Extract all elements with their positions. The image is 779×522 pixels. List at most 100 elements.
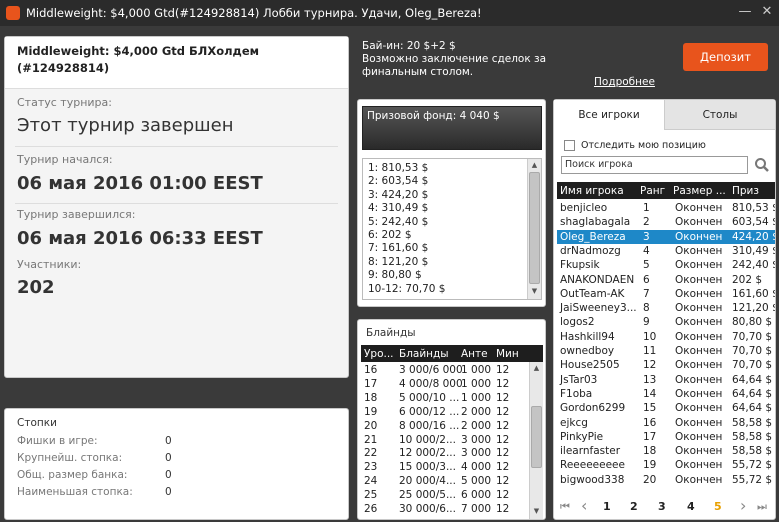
blinds-cell: 17 <box>364 377 378 390</box>
player-cell: 121,20 $ <box>732 302 775 315</box>
close-button[interactable]: ✕ <box>758 3 776 21</box>
blinds-scroll-thumb[interactable] <box>531 406 542 468</box>
page-1-button[interactable]: 1 <box>603 500 611 513</box>
player-cell: Oleg_Bereza <box>560 230 626 243</box>
col-stack[interactable]: Размер ... <box>673 185 728 197</box>
player-row[interactable]: drNadmozg 4 Окончен 310,49 $ <box>557 244 775 258</box>
player-cell: 64,64 $ <box>732 387 773 400</box>
col-level[interactable]: Уро... <box>364 348 398 360</box>
player-cell: Окончен <box>675 430 723 443</box>
blinds-cell: 5 000/10 ... <box>399 391 460 404</box>
player-cell: ilearnfaster <box>560 445 621 458</box>
scroll-down-icon[interactable]: ▼ <box>528 287 541 295</box>
player-row[interactable]: benjicleo 1 Окончен 810,53 $ <box>557 201 775 215</box>
track-position-checkbox[interactable] <box>564 140 575 151</box>
scroll-down-icon[interactable]: ▼ <box>530 507 543 515</box>
player-row[interactable]: ejkcg 16 Окончен 58,58 $ <box>557 416 775 430</box>
blinds-cell: 12 <box>496 489 510 502</box>
search-icon[interactable] <box>754 157 770 173</box>
col-ante[interactable]: Анте <box>461 348 494 360</box>
player-cell: logos2 <box>560 316 595 329</box>
col-blinds[interactable]: Блайнды <box>399 348 459 360</box>
prize-scroll-thumb[interactable] <box>529 172 540 284</box>
stack-chips-value: 0 <box>165 435 172 447</box>
page-3-button[interactable]: 3 <box>658 500 666 513</box>
blinds-cell: 16 <box>364 364 378 376</box>
next-page-button[interactable]: › <box>740 496 746 515</box>
player-cell: 8 <box>643 302 650 315</box>
player-row[interactable]: OutTeam-AK 7 Окончен 161,60 $ <box>557 287 775 301</box>
prize-pool-panel: Призовой фонд: 4 040 $ 1: 810,53 $2: 603… <box>357 99 546 307</box>
player-cell: 2 <box>643 216 650 229</box>
player-cell: 3 <box>643 230 650 243</box>
blinds-scrollbar[interactable]: ▲ ▼ <box>529 362 543 519</box>
blinds-row: 17 4 000/8 000 1 000 12 <box>361 378 527 391</box>
player-cell: Окончен <box>675 244 723 257</box>
tab-tables[interactable]: Столы <box>665 100 775 130</box>
blinds-row: 21 10 000/2... 3 000 12 <box>361 434 527 447</box>
blinds-cell: 1 000 <box>461 364 492 376</box>
player-cell: Окончен <box>675 302 723 315</box>
blinds-cell: 12 <box>496 419 510 432</box>
first-page-button[interactable]: ⏮ <box>560 500 570 514</box>
player-search-input[interactable]: Поиск игрока <box>561 156 748 174</box>
player-row[interactable]: JaiSweeney3... 8 Окончен 121,20 $ <box>557 301 775 315</box>
player-row[interactable]: Reeeeeeeee 19 Окончен 55,72 $ <box>557 458 775 472</box>
col-prize[interactable]: Приз <box>732 185 775 197</box>
col-player-name[interactable]: Имя игрока <box>560 185 636 197</box>
blinds-cell: 1 000 <box>461 391 492 404</box>
page-5-button[interactable]: 5 <box>714 500 722 513</box>
player-cell: House2505 <box>560 359 620 372</box>
player-row[interactable]: Oleg_Bereza 3 Окончен 424,20 $ <box>557 229 775 244</box>
stack-pot-value: 0 <box>165 469 172 481</box>
scroll-up-icon[interactable]: ▲ <box>528 161 541 169</box>
blinds-cell: 12 <box>496 391 510 404</box>
col-rank[interactable]: Ранг <box>640 185 670 197</box>
player-cell: Окончен <box>675 316 723 329</box>
last-page-button[interactable]: ⏭ <box>757 500 767 514</box>
player-row[interactable]: House2505 12 Окончен 70,70 $ <box>557 358 775 372</box>
player-row[interactable]: ANAKONDAEN 6 Окончен 202 $ <box>557 273 775 287</box>
prev-page-button[interactable]: ‹ <box>581 496 587 515</box>
blinds-row: 18 5 000/10 ... 1 000 12 <box>361 392 527 405</box>
scroll-up-icon[interactable]: ▲ <box>530 364 543 372</box>
blinds-cell: 23 <box>364 461 378 474</box>
blinds-row: 25 25 000/5... 6 000 12 <box>361 489 527 502</box>
player-row[interactable]: Gordon6299 15 Окончен 64,64 $ <box>557 401 775 415</box>
blinds-cell: 12 <box>496 433 510 446</box>
player-row[interactable]: ownedboy 11 Окончен 70,70 $ <box>557 344 775 358</box>
player-row[interactable]: Hashkill94 10 Окончен 70,70 $ <box>557 330 775 344</box>
blinds-cell: 25 <box>364 489 378 502</box>
blinds-cell: 18 <box>364 391 378 404</box>
player-cell: Fkupsik <box>560 259 600 272</box>
tab-all-players[interactable]: Все игроки <box>554 100 665 130</box>
blinds-cell: 10 000/2... <box>399 433 456 446</box>
player-row[interactable]: logos2 9 Окончен 80,80 $ <box>557 315 775 329</box>
player-row[interactable]: Fkupsik 5 Окончен 242,40 $ <box>557 258 775 272</box>
player-row[interactable]: JsTar03 13 Окончен 64,64 $ <box>557 373 775 387</box>
status-label: Статус турнира: <box>17 96 112 109</box>
minimize-button[interactable]: — <box>736 3 754 21</box>
player-cell: 310,49 $ <box>732 244 775 257</box>
player-cell: 20 <box>643 473 657 486</box>
player-cell: 202 $ <box>732 273 763 286</box>
blinds-cell: 21 <box>364 433 378 446</box>
player-cell: benjicleo <box>560 202 608 214</box>
page-4-button[interactable]: 4 <box>687 500 695 513</box>
player-row[interactable]: F1oba 14 Окончен 64,64 $ <box>557 387 775 401</box>
blinds-cell: 22 <box>364 447 378 460</box>
player-cell: 58,58 $ <box>732 416 773 429</box>
more-info-link[interactable]: Подробнее <box>594 76 655 88</box>
player-row[interactable]: shaglabagala 2 Окончен 603,54 $ <box>557 215 775 229</box>
stack-chips-label: Фишки в игре: <box>17 435 98 447</box>
player-cell: 58,58 $ <box>732 430 773 443</box>
deposit-button[interactable]: Депозит <box>683 43 768 71</box>
blinds-row: 16 3 000/6 000 1 000 12 <box>361 364 527 377</box>
player-row[interactable]: bigwood338 20 Окончен 55,72 $ <box>557 473 775 487</box>
player-row[interactable]: PinkyPie 17 Окончен 58,58 $ <box>557 430 775 444</box>
player-row[interactable]: ilearnfaster 18 Окончен 58,58 $ <box>557 444 775 458</box>
prize-scrollbar[interactable]: ▲ ▼ <box>527 159 541 299</box>
col-min[interactable]: Мин <box>496 348 524 360</box>
prize-list[interactable]: 1: 810,53 $2: 603,54 $3: 424,20 $4: 310,… <box>362 158 542 300</box>
page-2-button[interactable]: 2 <box>630 500 638 513</box>
